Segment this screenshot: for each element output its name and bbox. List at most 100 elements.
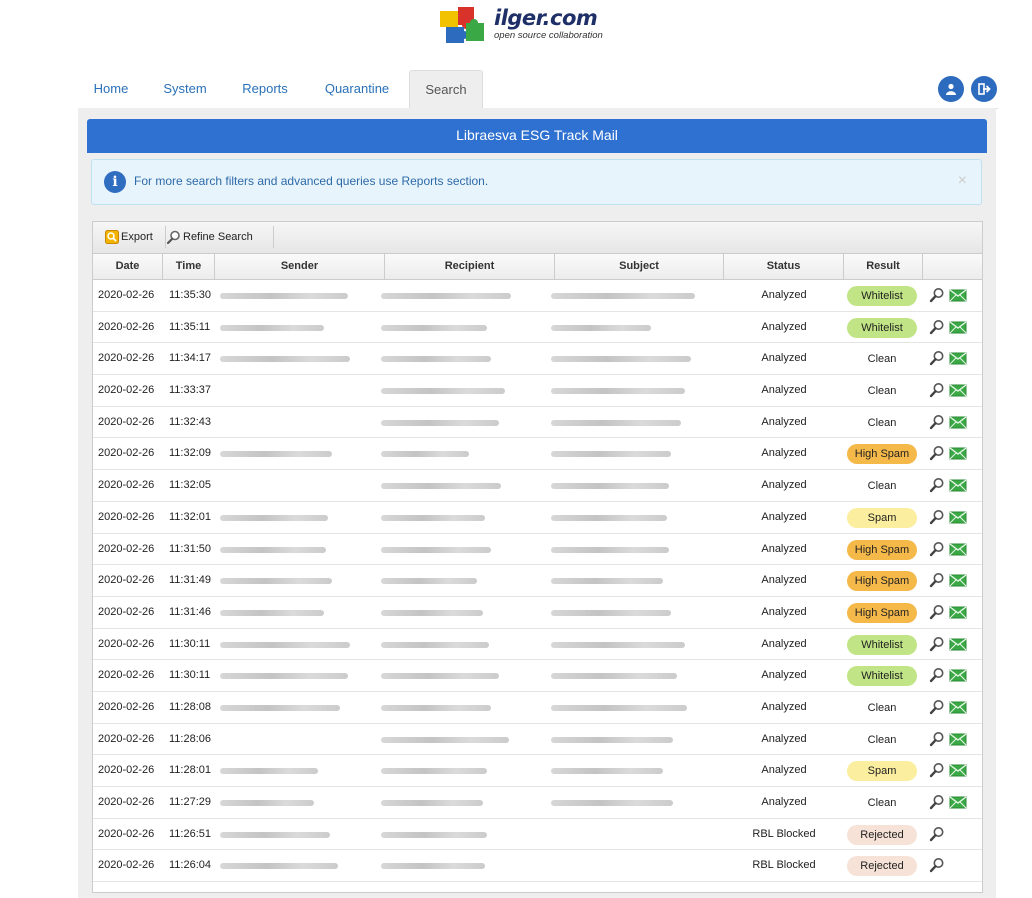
mail-icon[interactable]	[949, 350, 967, 366]
mail-icon[interactable]	[949, 414, 967, 430]
tab-home[interactable]: Home	[78, 70, 144, 108]
view-details-icon[interactable]	[929, 762, 945, 778]
table-row[interactable]: 2020-02-26 11:27:29 Analyzed Clean	[93, 787, 982, 819]
row-date: 2020-02-26	[98, 447, 155, 460]
tab-reports[interactable]: Reports	[228, 70, 302, 108]
view-details-icon[interactable]	[929, 857, 945, 873]
view-details-icon[interactable]	[929, 604, 945, 620]
view-details-icon[interactable]	[929, 287, 945, 303]
mail-icon[interactable]	[949, 762, 967, 778]
redacted-sender	[220, 451, 332, 458]
row-date: 2020-02-26	[98, 859, 155, 872]
view-details-icon[interactable]	[929, 826, 945, 842]
redacted-recipient	[381, 736, 509, 743]
view-details-icon[interactable]	[929, 414, 945, 430]
row-status: Analyzed	[761, 542, 807, 555]
mail-icon[interactable]	[949, 636, 967, 652]
view-details-icon[interactable]	[929, 350, 945, 366]
col-sender[interactable]: Sender	[215, 254, 385, 279]
redacted-subject	[551, 768, 663, 775]
row-time: 11:28:01	[169, 764, 212, 777]
row-time: 11:30:11	[169, 669, 211, 682]
view-details-icon[interactable]	[929, 667, 945, 683]
mail-icon[interactable]	[949, 477, 967, 493]
table-row[interactable]: 2020-02-26 11:32:05 Analyzed Clean	[93, 470, 982, 502]
mail-icon[interactable]	[949, 382, 967, 398]
mail-icon[interactable]	[949, 287, 967, 303]
view-details-icon[interactable]	[929, 509, 945, 525]
mail-icon[interactable]	[949, 604, 967, 620]
table-row[interactable]: 2020-02-26 11:28:06 Analyzed Clean	[93, 724, 982, 756]
tab-search[interactable]: Search	[409, 70, 483, 109]
table-row[interactable]: 2020-02-26 11:35:30 Analyzed Whitelist	[93, 280, 982, 312]
user-icon	[946, 83, 956, 95]
view-details-icon[interactable]	[929, 636, 945, 652]
table-row[interactable]: 2020-02-26 11:28:01 Analyzed Spam	[93, 755, 982, 787]
row-time: 11:31:49	[169, 574, 212, 587]
view-details-icon[interactable]	[929, 541, 945, 557]
row-status: Analyzed	[761, 352, 807, 365]
mail-icon[interactable]	[949, 445, 967, 461]
redacted-recipient	[381, 800, 483, 806]
redacted-subject	[551, 293, 695, 299]
grid-header: Date Time Sender Recipient Subject Statu…	[93, 254, 982, 280]
tab-system[interactable]: System	[150, 70, 220, 108]
redacted-subject	[551, 673, 677, 680]
view-details-icon[interactable]	[929, 382, 945, 398]
export-button[interactable]: Export	[103, 226, 166, 248]
mail-icon[interactable]	[949, 667, 967, 683]
magnifier-icon	[167, 230, 180, 244]
redacted-recipient	[381, 609, 483, 616]
col-result[interactable]: Result	[844, 254, 923, 279]
mail-icon[interactable]	[949, 319, 967, 335]
logout-button[interactable]	[971, 76, 997, 102]
redacted-recipient	[381, 831, 487, 838]
redacted-subject	[551, 419, 681, 426]
col-date[interactable]: Date	[93, 254, 163, 279]
view-details-icon[interactable]	[929, 445, 945, 461]
close-icon[interactable]: ×	[958, 172, 967, 190]
mail-icon[interactable]	[949, 509, 967, 525]
view-details-icon[interactable]	[929, 572, 945, 588]
row-status: Analyzed	[761, 637, 807, 650]
col-status[interactable]: Status	[724, 254, 844, 279]
table-row[interactable]: 2020-02-26 11:31:50 Analyzed High Spam	[93, 534, 982, 566]
refine-search-button[interactable]: Refine Search	[165, 226, 274, 248]
table-row[interactable]: 2020-02-26 11:32:43 Analyzed Clean	[93, 407, 982, 439]
mail-icon[interactable]	[949, 699, 967, 715]
table-row[interactable]: 2020-02-26 11:30:11 Analyzed Whitelist	[93, 629, 982, 661]
row-date: 2020-02-26	[98, 479, 155, 492]
table-row[interactable]: 2020-02-26 11:32:09 Analyzed High Spam	[93, 438, 982, 471]
user-profile-button[interactable]	[938, 76, 964, 102]
view-details-icon[interactable]	[929, 319, 945, 335]
view-details-icon[interactable]	[929, 794, 945, 810]
redacted-subject	[551, 388, 685, 395]
tab-quarantine[interactable]: Quarantine	[310, 70, 404, 108]
table-row[interactable]: 2020-02-26 11:30:11 Analyzed Whitelist	[93, 660, 982, 692]
row-date: 2020-02-26	[98, 574, 155, 587]
view-details-icon[interactable]	[929, 731, 945, 747]
table-row[interactable]: 2020-02-26 11:35:11 Analyzed Whitelist	[93, 312, 982, 344]
logo-name: ilger.com	[494, 6, 598, 30]
col-subject[interactable]: Subject	[555, 254, 724, 279]
mail-icon[interactable]	[949, 541, 967, 557]
result-badge: Clean	[867, 416, 897, 429]
row-time: 11:34:17	[169, 352, 212, 365]
mail-icon[interactable]	[949, 794, 967, 810]
col-time[interactable]: Time	[163, 254, 215, 279]
col-recipient[interactable]: Recipient	[385, 254, 555, 279]
view-details-icon[interactable]	[929, 699, 945, 715]
mail-icon[interactable]	[949, 731, 967, 747]
mail-icon[interactable]	[949, 572, 967, 588]
table-row[interactable]: 2020-02-26 11:31:46 Analyzed High Spam	[93, 597, 982, 629]
table-row[interactable]: 2020-02-26 11:34:17 Analyzed Clean	[93, 343, 982, 376]
view-details-icon[interactable]	[929, 477, 945, 493]
table-row[interactable]: 2020-02-26 11:32:01 Analyzed Spam	[93, 502, 982, 534]
table-row[interactable]: 2020-02-26 11:28:08 Analyzed Clean	[93, 692, 982, 724]
table-row[interactable]: 2020-02-26 11:26:51 RBL Blocked Rejected	[93, 819, 982, 851]
table-row[interactable]: 2020-02-26 11:31:49 Analyzed High Spam	[93, 565, 982, 597]
row-date: 2020-02-26	[98, 605, 155, 618]
table-row[interactable]: 2020-02-26 11:33:37 Analyzed Clean	[93, 375, 982, 407]
table-row[interactable]: 2020-02-26 11:26:04 RBL Blocked Rejected	[93, 850, 982, 883]
site-logo[interactable]: ilger.com open source collaboration	[438, 5, 628, 47]
